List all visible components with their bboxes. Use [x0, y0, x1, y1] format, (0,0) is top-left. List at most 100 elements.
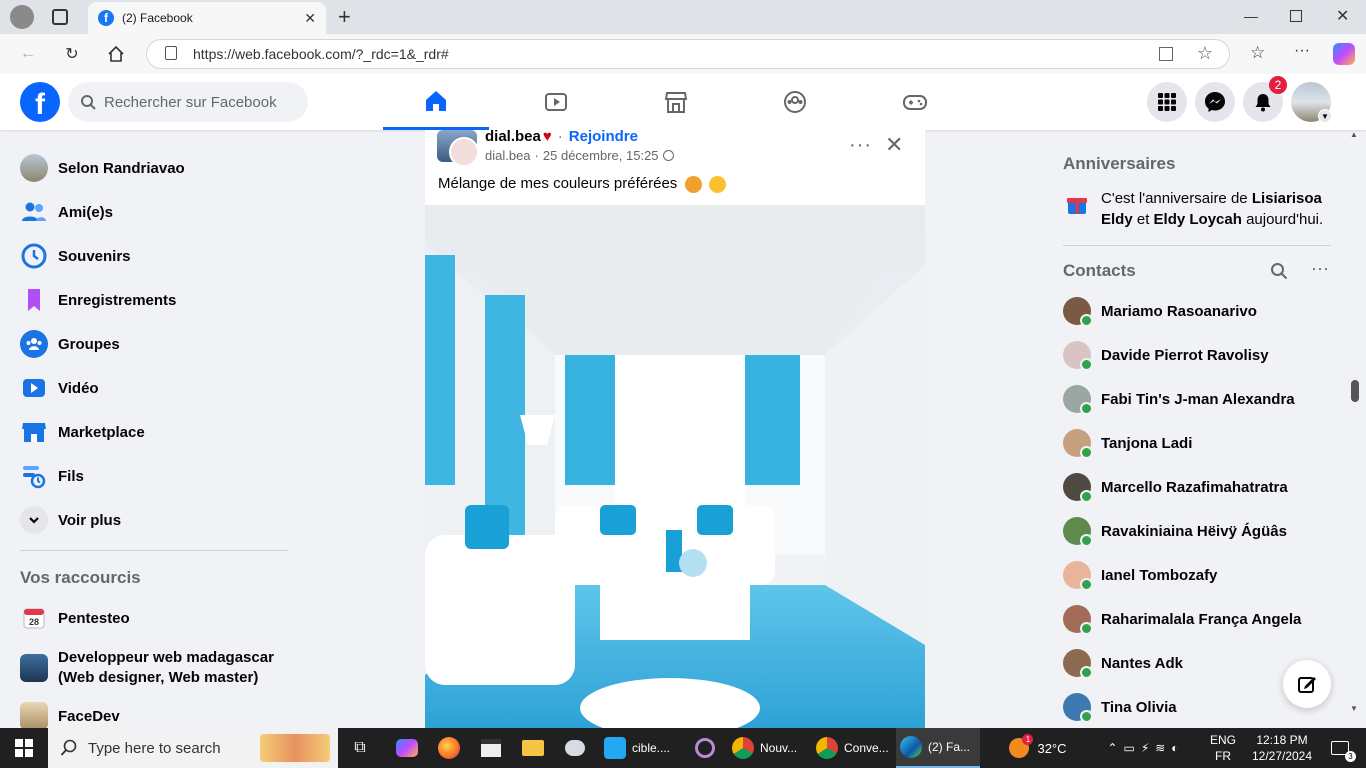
- contact-avatar: [1063, 517, 1093, 547]
- account-chevron-icon[interactable]: ▼: [1318, 109, 1332, 123]
- notification-center-button[interactable]: 3: [1320, 728, 1360, 768]
- messenger-button[interactable]: [1195, 82, 1235, 122]
- sidebar-item-friends[interactable]: Ami(e)s: [20, 196, 113, 228]
- scrollbar-thumb[interactable]: [1351, 380, 1359, 402]
- tab-facebook[interactable]: f (2) Facebook ✕: [88, 2, 326, 34]
- contact-item[interactable]: Ravakiniaina Hëivÿ Ágüâs: [1063, 514, 1287, 548]
- file-explorer-icon[interactable]: [518, 728, 548, 768]
- post-author[interactable]: dial.bea: [485, 130, 541, 145]
- clapper-icon[interactable]: [476, 728, 506, 768]
- left-sidebar: Selon Randriavao Ami(e)s Souvenirs Enreg…: [0, 130, 300, 728]
- new-tab-button[interactable]: +: [338, 4, 351, 30]
- sidebar-item-label: Ami(e)s: [58, 203, 114, 221]
- back-button[interactable]: ←: [16, 42, 40, 66]
- task-view-button[interactable]: ⧉: [342, 728, 378, 768]
- app-icon[interactable]: [560, 728, 590, 768]
- tab-title: (2) Facebook: [122, 11, 193, 25]
- separator-dot: ·: [557, 130, 563, 145]
- see-more-button[interactable]: Voir plus: [20, 504, 121, 536]
- contact-avatar: [1063, 473, 1093, 503]
- sidebar-item-marketplace[interactable]: Marketplace: [20, 416, 145, 448]
- close-tab-icon[interactable]: ✕: [304, 10, 316, 27]
- copilot-icon[interactable]: [1333, 43, 1355, 65]
- chevron-down-icon: [20, 506, 48, 534]
- shortcut-developpeur-web[interactable]: Developpeur web madagascar (Web designer…: [20, 648, 274, 688]
- tab-gaming[interactable]: [862, 74, 968, 130]
- sidebar-item-groups[interactable]: Groupes: [20, 328, 120, 360]
- contact-item[interactable]: Marcello Razafimahatratra: [1063, 470, 1288, 504]
- copilot-taskbar-icon[interactable]: [392, 728, 422, 768]
- heart-emoji: ♥: [542, 130, 552, 145]
- page-scrollbar[interactable]: ▲ ▼: [1348, 130, 1362, 728]
- tab-groups[interactable]: [742, 74, 848, 130]
- tab-video[interactable]: [503, 74, 609, 130]
- minimize-button[interactable]: —: [1244, 8, 1258, 24]
- chrome-icon: [816, 737, 838, 759]
- scroll-up-icon[interactable]: ▲: [1350, 130, 1358, 139]
- post-image[interactable]: [425, 205, 925, 728]
- menu-button[interactable]: [1147, 82, 1187, 122]
- favorites-icon[interactable]: ☆: [1250, 43, 1265, 63]
- reload-button[interactable]: ↻: [60, 42, 84, 66]
- sidebar-item-profile[interactable]: Selon Randriavao: [20, 152, 185, 184]
- author-avatar[interactable]: [449, 137, 479, 167]
- right-sidebar: Anniversaires C'est l'anniversaire de Li…: [1063, 130, 1343, 728]
- close-window-button[interactable]: ✕: [1336, 6, 1349, 26]
- shortcut-pentesteo[interactable]: 28 Pentesteo: [20, 602, 130, 634]
- obs-icon[interactable]: [690, 728, 720, 768]
- tab-home[interactable]: [383, 74, 489, 130]
- sidebar-item-video[interactable]: Vidéo: [20, 372, 99, 404]
- clock[interactable]: 12:18 PM 12/27/2024: [1250, 732, 1314, 764]
- more-options-icon[interactable]: ···: [1294, 42, 1310, 60]
- close-post-button[interactable]: ✕: [885, 132, 903, 158]
- facebook-logo[interactable]: f: [20, 82, 60, 122]
- language-indicator[interactable]: ENG FR: [1210, 732, 1236, 764]
- restore-button[interactable]: [1290, 10, 1302, 22]
- notifications-button[interactable]: 2: [1243, 76, 1287, 122]
- bell-icon: [1255, 94, 1271, 112]
- contact-item[interactable]: Ianel Tombozafy: [1063, 558, 1217, 592]
- taskbar-app-edge[interactable]: (2) Fa...: [896, 728, 980, 768]
- url-field[interactable]: https://web.facebook.com/?_rdc=1&_rdr# ☆: [146, 39, 1230, 69]
- taskbar-search[interactable]: Type here to search: [48, 728, 338, 768]
- saved-icon: [20, 286, 48, 314]
- sidebar-item-feeds[interactable]: Fils: [20, 460, 84, 492]
- lock-icon[interactable]: [165, 46, 177, 60]
- firefox-icon[interactable]: [434, 728, 464, 768]
- post-meta-author[interactable]: dial.bea: [485, 148, 531, 163]
- contact-item[interactable]: Fabi Tin's J-man Alexandra: [1063, 382, 1295, 416]
- post-text: Mélange de mes couleurs préférées: [438, 175, 726, 193]
- taskbar-app-vscode[interactable]: cible....: [600, 728, 684, 768]
- contact-item[interactable]: Davide Pierrot Ravolisy: [1063, 338, 1269, 372]
- scroll-down-icon[interactable]: ▼: [1350, 704, 1358, 713]
- post-options-button[interactable]: ···: [849, 134, 872, 157]
- sidebar-item-saved[interactable]: Enregistrements: [20, 284, 176, 316]
- sidebar-item-memories[interactable]: Souvenirs: [20, 240, 131, 272]
- home-icon: [426, 90, 446, 111]
- weather-widget[interactable]: 1 32°C: [1004, 728, 1072, 768]
- home-button[interactable]: [104, 42, 128, 66]
- sidebar-item-label: Voir plus: [58, 511, 122, 529]
- contact-item[interactable]: Tina Olivia: [1063, 690, 1177, 724]
- shortcut-facedev[interactable]: FaceDev: [20, 700, 120, 728]
- contacts-options-icon[interactable]: ···: [1311, 258, 1329, 279]
- taskbar-app-chrome-2[interactable]: Conve...: [812, 728, 894, 768]
- new-message-button[interactable]: [1283, 660, 1331, 708]
- tray-icons[interactable]: ⌃▭⚡≋◐: [1090, 728, 1202, 768]
- app-available-icon[interactable]: [1159, 47, 1173, 61]
- tab-marketplace[interactable]: [623, 74, 729, 130]
- contact-item[interactable]: Raharimalala França Angela: [1063, 602, 1301, 636]
- join-link[interactable]: Rejoindre: [569, 130, 638, 145]
- contact-item[interactable]: Tanjona Ladi: [1063, 426, 1192, 460]
- search-input[interactable]: Rechercher sur Facebook: [68, 82, 308, 122]
- start-button[interactable]: [0, 728, 48, 768]
- contacts-search-icon[interactable]: [1270, 262, 1288, 284]
- taskbar-app-chrome-1[interactable]: Nouv...: [728, 728, 810, 768]
- post-date[interactable]: 25 décembre, 15:25: [543, 148, 659, 163]
- favorite-star-icon[interactable]: ☆: [1197, 43, 1213, 64]
- tab-actions-icon[interactable]: [52, 9, 68, 25]
- birthday-text[interactable]: C'est l'anniversaire de Lisiarisoa Eldy …: [1101, 188, 1341, 230]
- profile-icon[interactable]: [10, 5, 34, 29]
- contact-item[interactable]: Mariamo Rasoanarivo: [1063, 294, 1257, 328]
- contact-item[interactable]: Nantes Adk: [1063, 646, 1183, 680]
